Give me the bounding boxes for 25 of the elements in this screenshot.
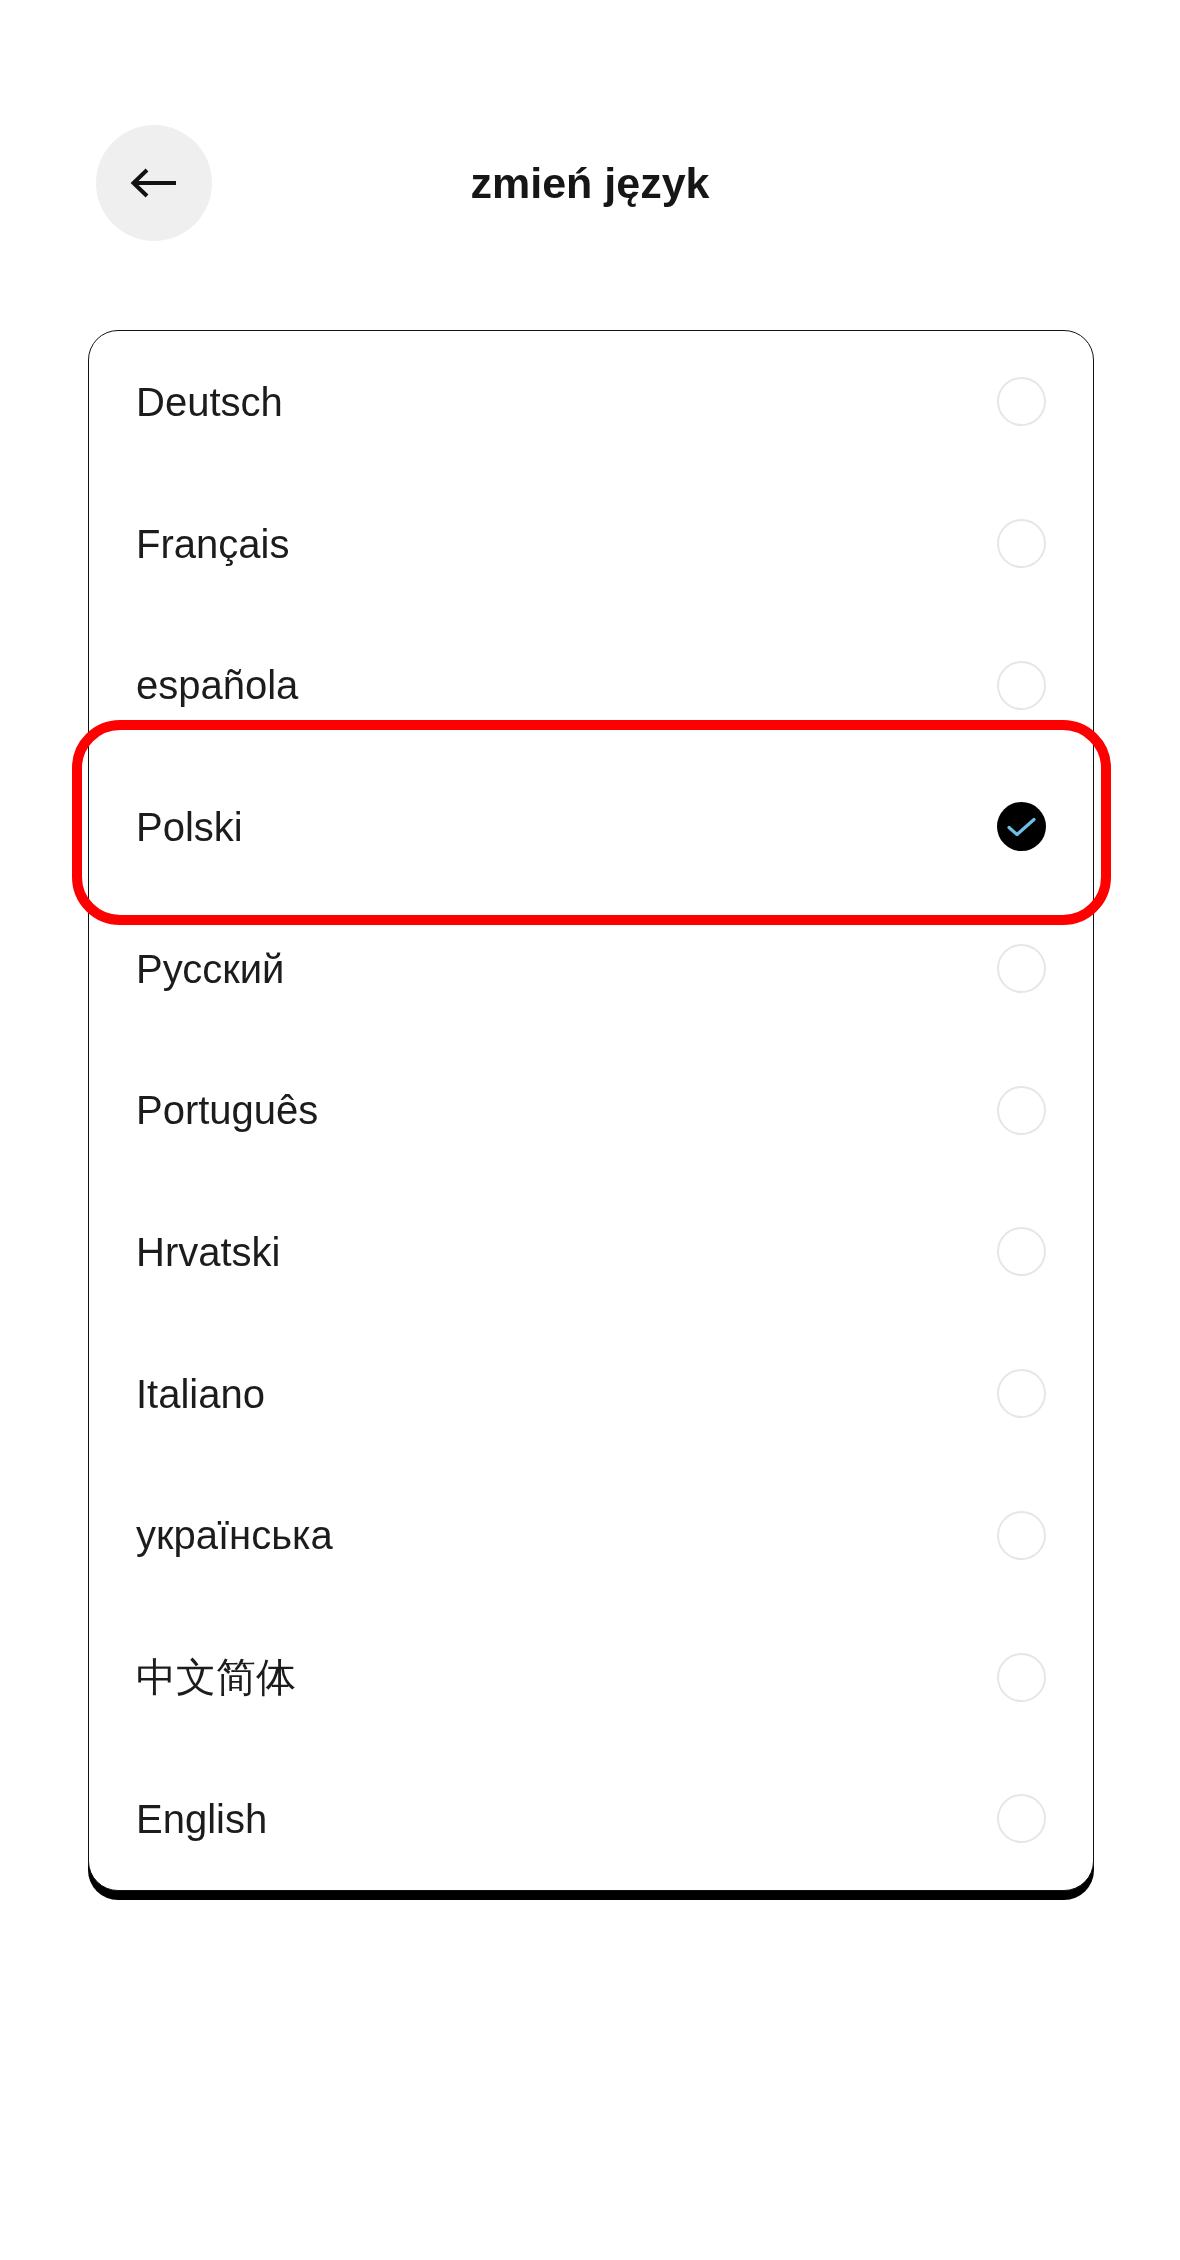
language-label: Italiano [136, 1370, 265, 1418]
radio-button[interactable] [997, 1510, 1046, 1560]
language-label: українська [136, 1512, 333, 1560]
radio-button[interactable] [997, 1652, 1046, 1702]
radio-button[interactable] [997, 944, 1046, 994]
radio-button[interactable] [997, 1369, 1046, 1419]
left-arrow-icon [130, 167, 178, 199]
radio-button[interactable] [997, 1085, 1046, 1135]
radio-button[interactable] [997, 802, 1046, 852]
check-icon [1007, 816, 1036, 837]
radio-button[interactable] [997, 377, 1046, 427]
language-label: Português [136, 1087, 319, 1135]
language-label: española [136, 662, 299, 710]
language-label: Hrvatski [136, 1228, 281, 1276]
radio-button[interactable] [997, 660, 1046, 710]
language-label: Deutsch [136, 378, 283, 426]
language-label: English [136, 1795, 268, 1843]
radio-button[interactable] [997, 1227, 1046, 1277]
radio-button[interactable] [997, 1794, 1046, 1844]
language-label: Русский [136, 945, 285, 993]
language-label: Polski [136, 803, 243, 851]
page-title: zmień język [470, 158, 710, 208]
language-label: Français [136, 520, 290, 568]
radio-button[interactable] [997, 519, 1046, 569]
language-label: 中文简体 [136, 1654, 296, 1702]
